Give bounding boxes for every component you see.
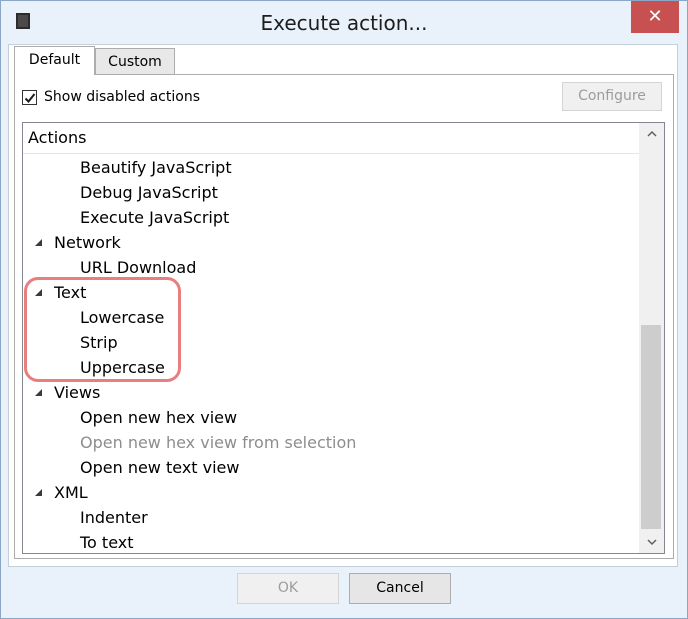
tree-item-beautify-javascript[interactable]: Beautify JavaScript bbox=[23, 155, 639, 180]
configure-button[interactable]: Configure bbox=[562, 82, 662, 111]
scroll-thumb[interactable] bbox=[641, 325, 661, 529]
expand-triangle-icon[interactable] bbox=[34, 488, 43, 497]
scroll-up-button[interactable] bbox=[639, 123, 664, 145]
tab-default[interactable]: Default bbox=[14, 46, 95, 75]
chevron-up-icon bbox=[646, 130, 657, 137]
tree-item-open-new-hex-view[interactable]: Open new hex view bbox=[23, 405, 639, 430]
show-disabled-checkbox[interactable] bbox=[22, 89, 37, 105]
tree-item-execute-javascript[interactable]: Execute JavaScript bbox=[23, 205, 639, 230]
tree-group-xml[interactable]: XML bbox=[23, 480, 639, 505]
title-bar: Execute action... ✕ bbox=[1, 1, 687, 45]
expand-triangle-icon[interactable] bbox=[34, 238, 43, 247]
chevron-down-icon bbox=[646, 539, 657, 546]
tree-group-network[interactable]: Network bbox=[23, 230, 639, 255]
checkmark-icon bbox=[24, 92, 36, 103]
window-title: Execute action... bbox=[260, 11, 428, 35]
expand-triangle-icon[interactable] bbox=[34, 388, 43, 397]
tab-custom[interactable]: Custom bbox=[95, 48, 175, 75]
show-disabled-option[interactable]: Show disabled actions bbox=[22, 87, 200, 107]
tree-header: Actions bbox=[23, 123, 639, 154]
tree-item-indenter[interactable]: Indenter bbox=[23, 505, 639, 530]
show-disabled-label: Show disabled actions bbox=[44, 89, 200, 105]
close-icon: ✕ bbox=[647, 6, 663, 27]
tree-item-open-hex-view-from-selection[interactable]: Open new hex view from selection bbox=[23, 430, 639, 455]
vertical-scrollbar[interactable] bbox=[639, 123, 664, 553]
cancel-button[interactable]: Cancel bbox=[349, 573, 451, 604]
scroll-down-button[interactable] bbox=[639, 531, 664, 553]
tree-item-open-new-text-view[interactable]: Open new text view bbox=[23, 455, 639, 480]
close-button[interactable]: ✕ bbox=[631, 1, 679, 33]
tree-item-to-text[interactable]: To text bbox=[23, 530, 639, 553]
tree-item-debug-javascript[interactable]: Debug JavaScript bbox=[23, 180, 639, 205]
tree-group-views[interactable]: Views bbox=[23, 380, 639, 405]
ok-button[interactable]: OK bbox=[237, 573, 339, 604]
highlight-annotation bbox=[24, 277, 181, 382]
